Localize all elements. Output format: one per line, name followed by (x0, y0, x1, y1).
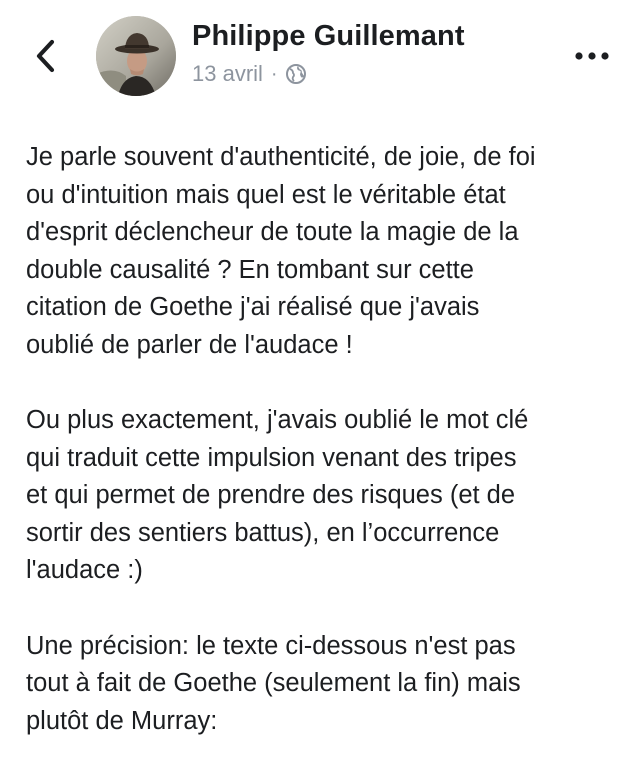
post-header: Philippe Guillemant 13 avril · (0, 0, 640, 120)
back-button[interactable] (26, 36, 66, 76)
meta-separator: · (270, 62, 278, 85)
avatar[interactable] (96, 16, 176, 96)
more-horizontal-icon (575, 52, 609, 60)
post-paragraph-3: Une précision: le texte ci-dessous n'est… (26, 631, 521, 735)
post-paragraph-2: Ou plus exactement, j'avais oublié le mo… (26, 406, 529, 584)
avatar-photo (96, 16, 176, 96)
more-options-button[interactable] (568, 40, 616, 72)
author-name[interactable]: Philippe Guillemant (192, 20, 465, 53)
chevron-left-icon (36, 39, 55, 73)
post-date[interactable]: 13 avril (192, 61, 263, 87)
post-meta: 13 avril · (192, 60, 307, 88)
globe-icon (285, 64, 306, 84)
post-paragraph-1: Je parle souvent d'authenticité, de joie… (26, 143, 536, 359)
post-body: Je parle souvent d'authenticité, de joie… (26, 139, 626, 778)
